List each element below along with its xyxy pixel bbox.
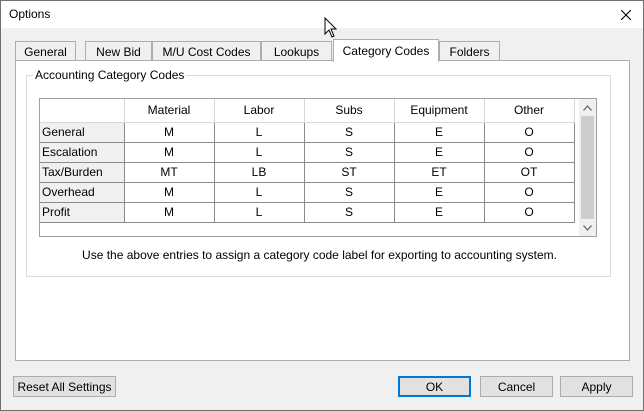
column-header-equipment: Equipment — [394, 99, 485, 123]
tab-new-bid[interactable]: New Bid — [85, 41, 152, 61]
row-header-overhead: Overhead — [40, 181, 125, 203]
table-row: Overhead M L S E O — [40, 181, 575, 203]
table-row: General M L S E O — [40, 121, 575, 143]
code-cell[interactable]: E — [394, 142, 485, 163]
title-bar: Options — [1, 1, 643, 29]
row-header-general: General — [40, 121, 125, 143]
reset-all-settings-button[interactable]: Reset All Settings — [13, 376, 116, 397]
column-header-other: Other — [484, 99, 575, 123]
vertical-scrollbar[interactable] — [579, 99, 596, 236]
row-header-profit: Profit — [40, 201, 125, 223]
close-icon — [621, 10, 631, 20]
category-codes-grid: Material Labor Subs Equipment Other Gene… — [39, 98, 597, 237]
scroll-up-button[interactable] — [579, 99, 596, 116]
row-header-tax-burden: Tax/Burden — [40, 161, 125, 183]
apply-button[interactable]: Apply — [560, 376, 633, 397]
table-row: Tax/Burden MT LB ST ET OT — [40, 161, 575, 183]
tab-mu-cost-codes[interactable]: M/U Cost Codes — [152, 41, 261, 61]
group-label: Accounting Category Codes — [33, 68, 187, 82]
code-cell[interactable]: L — [214, 202, 305, 223]
code-cell[interactable]: MT — [124, 162, 215, 183]
code-cell[interactable]: ET — [394, 162, 485, 183]
code-cell[interactable]: S — [304, 202, 395, 223]
code-cell[interactable]: ST — [304, 162, 395, 183]
help-text: Use the above entries to assign a catego… — [82, 248, 557, 262]
table-row: Profit M L S E O — [40, 201, 575, 223]
chevron-up-icon — [583, 104, 592, 111]
mouse-pointer-icon — [324, 17, 338, 38]
close-button[interactable] — [609, 1, 643, 29]
code-cell[interactable]: OT — [484, 162, 575, 183]
code-cell[interactable]: S — [304, 182, 395, 203]
corner-cell — [40, 99, 125, 123]
tab-lookups[interactable]: Lookups — [261, 41, 332, 61]
window-title: Options — [9, 7, 51, 21]
header-row: Material Labor Subs Equipment Other — [40, 99, 575, 123]
accounting-category-codes-group: Accounting Category Codes Material Labor… — [26, 68, 611, 277]
code-cell[interactable]: S — [304, 142, 395, 163]
scroll-thumb[interactable] — [581, 116, 594, 219]
code-cell[interactable]: LB — [214, 162, 305, 183]
chevron-down-icon — [583, 224, 592, 231]
options-dialog: Options General New Bid M/U Cost Codes L… — [0, 0, 644, 411]
tab-folders[interactable]: Folders — [439, 41, 500, 61]
code-cell[interactable]: M — [124, 182, 215, 203]
row-header-escalation: Escalation — [40, 141, 125, 163]
code-cell[interactable]: M — [124, 142, 215, 163]
cancel-button[interactable]: Cancel — [480, 376, 553, 397]
ok-button[interactable]: OK — [398, 376, 471, 397]
code-cell[interactable]: O — [484, 182, 575, 203]
tab-general[interactable]: General — [15, 41, 76, 61]
code-cell[interactable]: E — [394, 182, 485, 203]
code-cell[interactable]: L — [214, 182, 305, 203]
column-header-labor: Labor — [214, 99, 305, 123]
code-cell[interactable]: O — [484, 122, 575, 143]
scroll-down-button[interactable] — [579, 219, 596, 236]
code-cell[interactable]: E — [394, 202, 485, 223]
code-cell[interactable]: M — [124, 122, 215, 143]
code-cell[interactable]: S — [304, 122, 395, 143]
code-cell[interactable]: E — [394, 122, 485, 143]
codes-table: Material Labor Subs Equipment Other Gene… — [40, 99, 575, 223]
code-cell[interactable]: O — [484, 142, 575, 163]
tab-category-codes[interactable]: Category Codes — [333, 39, 439, 62]
code-cell[interactable]: M — [124, 202, 215, 223]
column-header-subs: Subs — [304, 99, 395, 123]
category-codes-panel: Accounting Category Codes Material Labor… — [15, 60, 630, 361]
code-cell[interactable]: L — [214, 122, 305, 143]
table-row: Escalation M L S E O — [40, 141, 575, 163]
code-cell[interactable]: O — [484, 202, 575, 223]
code-cell[interactable]: L — [214, 142, 305, 163]
column-header-material: Material — [124, 99, 215, 123]
